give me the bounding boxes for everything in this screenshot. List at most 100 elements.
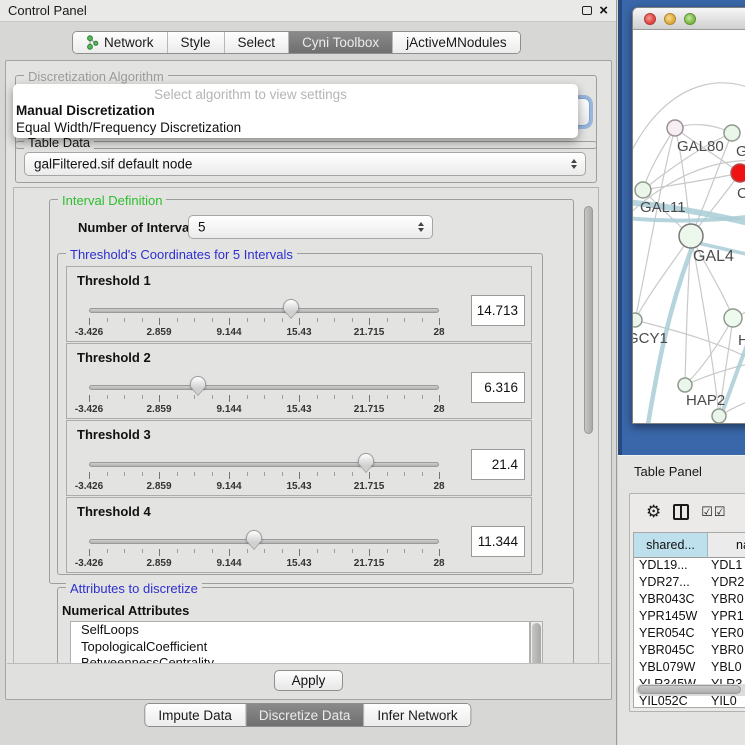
number-of-intervals-combo[interactable]: 5 (188, 215, 433, 239)
threshold-2-slider[interactable]: -3.4262.8599.14415.4321.71528 (89, 382, 439, 416)
threshold-2-value-field[interactable]: 6.316 (471, 372, 525, 403)
dropdown-hint: Select algorithm to view settings (13, 87, 578, 102)
table-row[interactable]: YIL052CYIL0 (634, 694, 745, 708)
table-cell[interactable]: YPR1 (708, 609, 745, 626)
table-row[interactable]: YER054CYER0 (634, 626, 745, 643)
network-node[interactable] (633, 313, 642, 327)
table-row[interactable]: YBR045CYBR0 (634, 643, 745, 660)
network-node[interactable] (731, 164, 745, 182)
column-selector-icon[interactable] (673, 504, 689, 520)
table-cell[interactable]: YDL1 (708, 558, 745, 575)
numerical-attributes-list[interactable]: SelfLoopsTopologicalCoefficientBetweenne… (70, 621, 530, 665)
threshold-3-slider[interactable]: -3.4262.8599.14415.4321.71528 (89, 459, 439, 493)
threshold-label: Threshold 1 (77, 273, 151, 288)
table-cell[interactable]: YER0 (708, 626, 745, 643)
slider-ticks (89, 549, 439, 557)
slider-track[interactable] (89, 539, 439, 544)
network-node[interactable] (724, 125, 740, 141)
table-row[interactable]: YPR145WYPR1 (634, 609, 745, 626)
close-window-icon[interactable] (644, 13, 656, 25)
tick-label: 9.144 (216, 327, 241, 338)
table-row[interactable]: YDL19...YDL1 (634, 558, 745, 575)
zoom-window-icon[interactable] (684, 13, 696, 25)
threshold-label: Threshold 2 (77, 350, 151, 365)
dropdown-option-equal-width[interactable]: Equal Width/Frequency Discretization (13, 119, 578, 136)
table-cell[interactable]: YPR145W (634, 609, 708, 626)
slider-thumb[interactable] (190, 376, 206, 389)
tab-infer-network[interactable]: Infer Network (364, 704, 470, 726)
table-cell[interactable]: YDL19... (634, 558, 708, 575)
scrollbar-thumb[interactable] (584, 206, 593, 434)
thresholds-group: Threshold's Coordinates for 5 Intervals … (57, 253, 543, 575)
number-of-intervals-value: 5 (198, 220, 206, 235)
tab-select[interactable]: Select (225, 32, 290, 53)
table-cell[interactable]: YIL0 (708, 694, 745, 708)
table-cell[interactable]: YBR043C (634, 592, 708, 609)
table-row[interactable]: YBL079WYBL0 (634, 660, 745, 677)
threshold-4-value-field[interactable]: 11.344 (471, 526, 525, 557)
network-canvas[interactable]: GAL80GACGAL11GAL4GCY1HHAP2 (633, 30, 745, 423)
network-node[interactable] (712, 409, 726, 423)
table-cell[interactable]: YIL052C (634, 694, 708, 708)
attribute-item[interactable]: SelfLoops (71, 622, 529, 639)
table-cell[interactable]: YDR2 (708, 575, 745, 592)
tab-cyni-toolbox[interactable]: Cyni Toolbox (289, 32, 393, 53)
slider-thumb[interactable] (283, 299, 299, 312)
table-cell[interactable]: YBR0 (708, 592, 745, 609)
threshold-1-value-field[interactable]: 14.713 (471, 295, 525, 326)
table-cell[interactable]: YBR045C (634, 643, 708, 660)
panel-scrollbar[interactable] (582, 190, 595, 662)
tab-impute-data[interactable]: Impute Data (145, 704, 246, 726)
slider-track[interactable] (89, 385, 439, 390)
table-header-row: shared... na (634, 533, 745, 558)
network-node[interactable] (679, 224, 703, 248)
threshold-4-slider[interactable]: -3.4262.8599.14415.4321.71528 (89, 536, 439, 570)
apply-button[interactable]: Apply (274, 670, 344, 691)
group-title: Threshold's Coordinates for 5 Intervals (66, 247, 297, 262)
tick-label: -3.426 (75, 327, 103, 338)
table-cell[interactable]: YER054C (634, 626, 708, 643)
attributes-scrollbar[interactable] (530, 621, 543, 665)
table-cell[interactable]: YBL0 (708, 660, 745, 677)
threshold-2-box: Threshold 2 -3.4262.8599.14415.4321.7152… (66, 343, 532, 419)
tab-label: Network (104, 35, 154, 50)
table-toolbar: ⚙ ☑☑ (630, 498, 727, 526)
threshold-3-value-field[interactable]: 21.4 (471, 449, 525, 480)
table-data-combo[interactable]: galFiltered.sif default node (24, 152, 586, 176)
slider-thumb[interactable] (246, 530, 262, 543)
slider-thumb[interactable] (358, 453, 374, 466)
tab-style[interactable]: Style (168, 32, 225, 53)
tick-label: 21.715 (354, 558, 385, 569)
scrollbar-thumb[interactable] (638, 685, 741, 694)
tick-label: 9.144 (216, 558, 241, 569)
table-cell[interactable]: YDR27... (634, 575, 708, 592)
slider-track[interactable] (89, 308, 439, 313)
close-panel-icon[interactable]: × (599, 4, 608, 17)
slider-track[interactable] (89, 462, 439, 467)
table-hscrollbar[interactable] (636, 684, 745, 696)
network-node[interactable] (667, 120, 683, 136)
dropdown-option-manual[interactable]: Manual Discretization (13, 102, 578, 119)
tab-discretize-data[interactable]: Discretize Data (246, 704, 365, 726)
network-node-label: HAP2 (686, 392, 725, 409)
network-node[interactable] (678, 378, 692, 392)
column-header-shared-name[interactable]: shared... (634, 533, 708, 558)
threshold-1-slider[interactable]: -3.4262.8599.14415.4321.71528 (89, 305, 439, 339)
table-cell[interactable]: YBR0 (708, 643, 745, 660)
minimize-window-icon[interactable] (664, 13, 676, 25)
table-row[interactable]: YBR043CYBR0 (634, 592, 745, 609)
column-header-name[interactable]: na (708, 533, 745, 558)
network-node[interactable] (724, 309, 742, 327)
attribute-item[interactable]: TopologicalCoefficient (71, 639, 529, 656)
network-node[interactable] (635, 182, 651, 198)
tab-jactivemnodules[interactable]: jActiveMNodules (393, 32, 520, 53)
select-all-checkbox-icons[interactable]: ☑☑ (701, 504, 726, 520)
scrollbar-thumb[interactable] (532, 623, 541, 665)
cyni-toolbox-panel: Discretization Algorithm Select algorith… (5, 60, 612, 700)
table-cell[interactable]: YBL079W (634, 660, 708, 677)
tick-label: 15.43 (286, 404, 311, 415)
float-panel-icon[interactable] (582, 6, 592, 15)
table-row[interactable]: YDR27...YDR2 (634, 575, 745, 592)
tab-network[interactable]: Network (73, 32, 168, 53)
gear-icon[interactable]: ⚙ (646, 502, 661, 522)
